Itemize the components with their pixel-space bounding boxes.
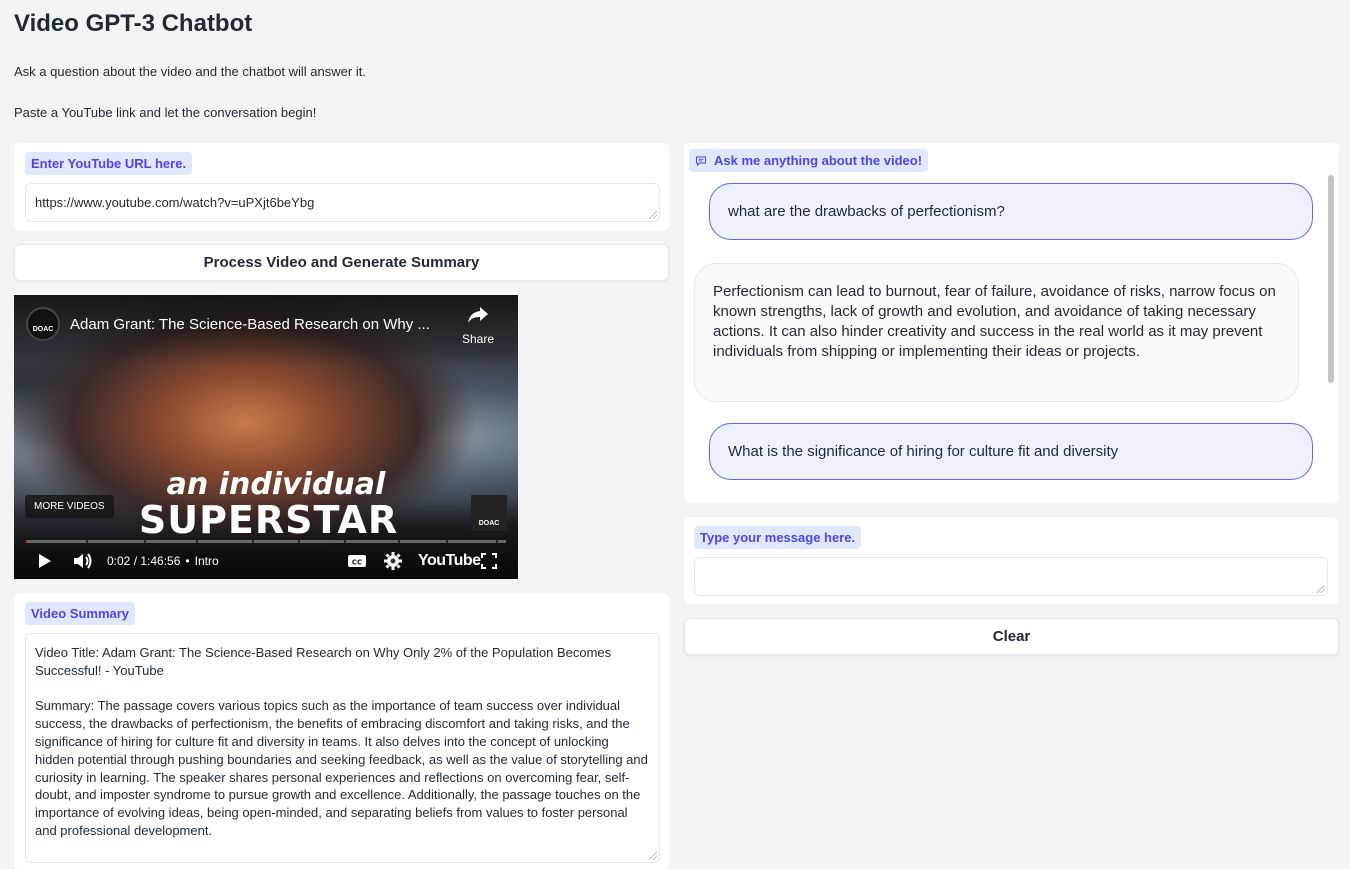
- chapter-marker: [344, 540, 346, 543]
- chapter-marker: [196, 540, 198, 543]
- gear-icon: [384, 552, 402, 570]
- time-text: 0:02 / 1:46:56: [107, 554, 181, 568]
- settings-button[interactable]: [384, 549, 402, 573]
- chapter-marker: [298, 540, 300, 543]
- share-label: Share: [461, 332, 495, 346]
- video-controls: 0:02 / 1:46:56 • Intro CC YouTube: [14, 549, 518, 573]
- chapter-marker: [86, 540, 88, 543]
- clear-button[interactable]: Clear: [684, 618, 1339, 655]
- message-input[interactable]: [694, 557, 1328, 596]
- description-line-1: Ask a question about the video and the c…: [14, 64, 366, 79]
- chatbot-label: Ask me anything about the video!: [689, 149, 929, 172]
- captions-button[interactable]: CC: [347, 549, 367, 573]
- chapter-marker: [446, 540, 448, 543]
- message-label: Type your message here.: [694, 526, 862, 549]
- video-progress-fill: [26, 540, 27, 543]
- play-button[interactable]: [35, 549, 53, 573]
- video-summary-text: Video Title: Adam Grant: The Science-Bas…: [35, 645, 648, 838]
- share-icon: [468, 307, 488, 323]
- url-panel: Enter YouTube URL here. https://www.yout…: [14, 143, 669, 231]
- resize-handle-icon[interactable]: [649, 852, 657, 860]
- resize-handle-icon[interactable]: [649, 211, 657, 219]
- separator-dot: •: [185, 554, 190, 568]
- chat-scrollbar[interactable]: [1328, 175, 1334, 497]
- chatbot-label-text: Ask me anything about the video!: [714, 153, 923, 168]
- fullscreen-button[interactable]: [481, 549, 497, 573]
- summary-panel: Video Summary Video Title: Adam Grant: T…: [14, 593, 669, 869]
- more-videos-button[interactable]: MORE VIDEOS: [25, 495, 114, 518]
- description-line-2: Paste a YouTube link and let the convers…: [14, 105, 317, 120]
- channel-watermark[interactable]: DOAC: [471, 495, 507, 531]
- summary-label: Video Summary: [25, 602, 136, 625]
- chat-message-bot: Perfectionism can lead to burnout, fear …: [694, 263, 1299, 402]
- share-button[interactable]: Share: [458, 305, 498, 346]
- fullscreen-icon: [481, 553, 497, 569]
- channel-avatar[interactable]: DOAC: [26, 307, 60, 341]
- youtube-url-value: https://www.youtube.com/watch?v=uPXjt6be…: [35, 195, 315, 210]
- chat-scrollbar-thumb[interactable]: [1328, 175, 1334, 383]
- url-label: Enter YouTube URL here.: [25, 152, 193, 175]
- play-icon: [39, 554, 51, 568]
- message-panel: Type your message here.: [684, 517, 1339, 604]
- time-display: 0:02 / 1:46:56 • Intro: [107, 549, 219, 573]
- chapter-marker: [398, 540, 400, 543]
- volume-icon: [74, 553, 92, 569]
- chapter-marker: [252, 540, 254, 543]
- resize-handle-icon[interactable]: [1317, 585, 1325, 593]
- chat-message-user: What is the significance of hiring for c…: [709, 423, 1313, 480]
- svg-text:CC: CC: [352, 559, 362, 567]
- youtube-logo[interactable]: YouTube: [418, 549, 481, 573]
- chat-bubble-icon: [696, 156, 706, 166]
- video-title-link[interactable]: Adam Grant: The Science-Based Research o…: [70, 316, 450, 333]
- chapter-marker: [144, 540, 146, 543]
- chat-message-user: what are the drawbacks of perfectionism?: [709, 183, 1313, 240]
- chapter-title[interactable]: Intro: [195, 554, 219, 568]
- youtube-url-input[interactable]: https://www.youtube.com/watch?v=uPXjt6be…: [25, 183, 660, 222]
- volume-button[interactable]: [72, 549, 94, 573]
- closed-captions-icon: CC: [348, 555, 366, 567]
- video-progress-bar[interactable]: [26, 540, 506, 543]
- youtube-video-player[interactable]: DOAC Adam Grant: The Science-Based Resea…: [14, 295, 518, 579]
- video-summary-textarea[interactable]: Video Title: Adam Grant: The Science-Bas…: [25, 633, 660, 863]
- process-video-button[interactable]: Process Video and Generate Summary: [14, 244, 669, 281]
- page-title: Video GPT-3 Chatbot: [14, 10, 253, 37]
- chapter-marker: [496, 540, 498, 543]
